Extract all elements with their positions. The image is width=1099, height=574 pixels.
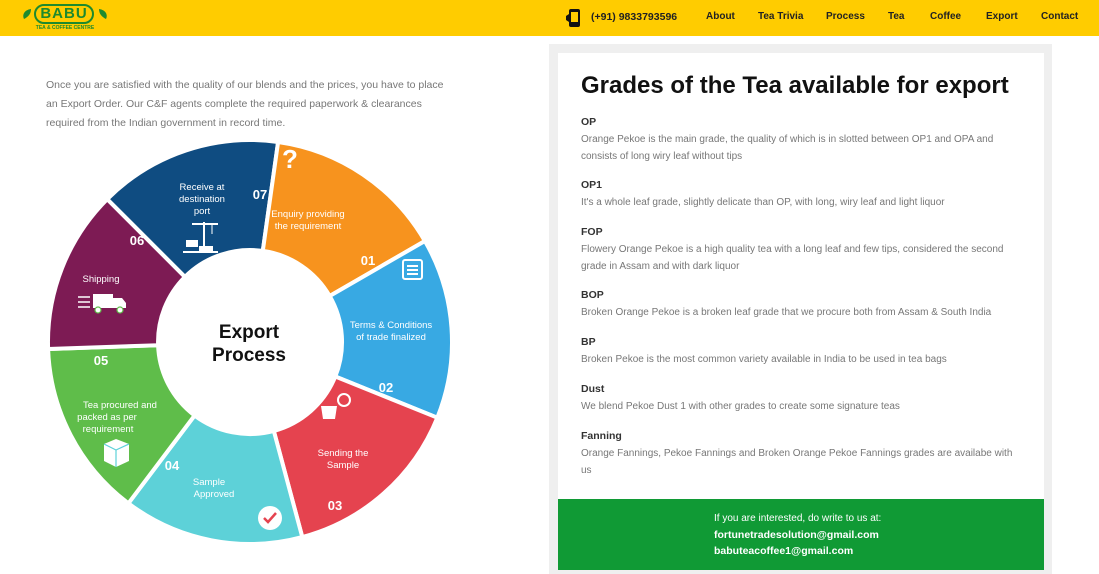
leaf-icon: [23, 9, 31, 19]
top-navbar: BABU TEA & COFFEE CENTRE (+91) 983379359…: [0, 0, 1099, 36]
step-03-number: 03: [328, 498, 342, 513]
step-07-label-line1: Receive at: [180, 182, 225, 193]
nav-process[interactable]: Process: [826, 11, 865, 22]
step-04-label-line2: Approved: [194, 489, 235, 500]
step-05-number: 05: [94, 353, 108, 368]
grade-item-dust: Dust We blend Pekoe Dust 1 with other gr…: [581, 382, 1021, 415]
export-process-wheel: Export Process ? Enquiry providing the r…: [46, 138, 454, 546]
contact-banner: If you are interested, do write to us at…: [558, 499, 1044, 570]
checkmark-icon: [258, 506, 282, 530]
grade-name: OP: [581, 116, 597, 128]
grade-name: Fanning: [581, 430, 622, 442]
nav-coffee[interactable]: Coffee: [930, 11, 961, 22]
step-03-label-line2: Sample: [327, 460, 359, 471]
intro-paragraph: Once you are satisfied with the quality …: [46, 79, 444, 129]
nav-tea[interactable]: Tea: [888, 11, 905, 22]
grade-description: Orange Pekoe is the main grade, the qual…: [581, 134, 994, 162]
step-06-number: 06: [130, 233, 144, 248]
brand-logo[interactable]: BABU TEA & COFFEE CENTRE: [20, 2, 110, 34]
center-title-line1: Export: [219, 322, 280, 343]
grade-name: BOP: [581, 289, 604, 301]
grade-description: Orange Fannings, Pekoe Fannings and Brok…: [581, 448, 1013, 476]
grade-name: BP: [581, 336, 596, 348]
step-01-number: 01: [361, 253, 375, 268]
nav-tea-trivia[interactable]: Tea Trivia: [758, 11, 803, 22]
brand-name: BABU: [34, 4, 94, 24]
grade-item-op: OP Orange Pekoe is the main grade, the q…: [581, 115, 1021, 165]
step-05-label-line3: requirement: [83, 424, 134, 435]
grade-item-op1: OP1 It's a whole leaf grade, slightly de…: [581, 178, 1021, 211]
step-07-label-line2: destination: [179, 194, 225, 205]
step-01-label-line2: the requirement: [275, 221, 342, 232]
nav-contact[interactable]: Contact: [1041, 11, 1078, 22]
phone-number[interactable]: (+91) 9833793596: [591, 11, 677, 23]
step-01-label-line1: Enquiry providing: [271, 209, 344, 220]
step-02-label-line1: Terms & Conditions: [350, 320, 433, 331]
leaf-icon: [99, 9, 107, 19]
grade-name: OP1: [581, 179, 603, 191]
grade-description: Flowery Orange Pekoe is a high quality t…: [581, 244, 1004, 272]
grade-name: Dust: [581, 383, 605, 395]
grade-description: We blend Pekoe Dust 1 with other grades …: [581, 401, 900, 412]
brand-subtitle: TEA & COFFEE CENTRE: [35, 25, 95, 31]
step-02-label-line2: of trade finalized: [356, 332, 426, 343]
step-07-label-line3: port: [194, 206, 211, 217]
grade-description: Broken Orange Pekoe is a broken leaf gra…: [581, 307, 992, 318]
step-06-label-line1: Shipping: [83, 274, 120, 285]
nav-export[interactable]: Export: [986, 11, 1018, 22]
grade-name: FOP: [581, 226, 603, 238]
step-05-label-line2: packed as per: [77, 412, 137, 423]
grade-item-bp: BP Broken Pekoe is the most common varie…: [581, 335, 1021, 368]
grade-description: Broken Pekoe is the most common variety …: [581, 354, 947, 365]
question-mark-icon: ?: [282, 144, 298, 174]
step-05-label-line1: Tea procured and: [83, 400, 157, 411]
center-title-line2: Process: [212, 345, 286, 366]
email-link-fortune[interactable]: fortunetradesolution@gmail.com: [714, 529, 879, 541]
contact-lead-text: If you are interested, do write to us at…: [714, 513, 882, 524]
grades-title: Grades of the Tea available for export: [581, 72, 1009, 99]
step-04-label-line1: Sample: [193, 477, 225, 488]
grade-item-bop: BOP Broken Orange Pekoe is a broken leaf…: [581, 288, 1021, 321]
step-07-number: 07: [253, 187, 267, 202]
step-02-number: 02: [379, 380, 393, 395]
step-04-number: 04: [165, 458, 180, 473]
phone-icon: [566, 9, 580, 27]
email-link-babu[interactable]: babuteacoffee1@gmail.com: [714, 545, 853, 557]
grade-description: It's a whole leaf grade, slightly delica…: [581, 197, 945, 208]
grade-item-fanning: Fanning Orange Fannings, Pekoe Fannings …: [581, 429, 1021, 479]
nav-about[interactable]: About: [706, 11, 735, 22]
grade-item-fop: FOP Flowery Orange Pekoe is a high quali…: [581, 225, 1021, 275]
step-03-label-line1: Sending the: [318, 448, 369, 459]
